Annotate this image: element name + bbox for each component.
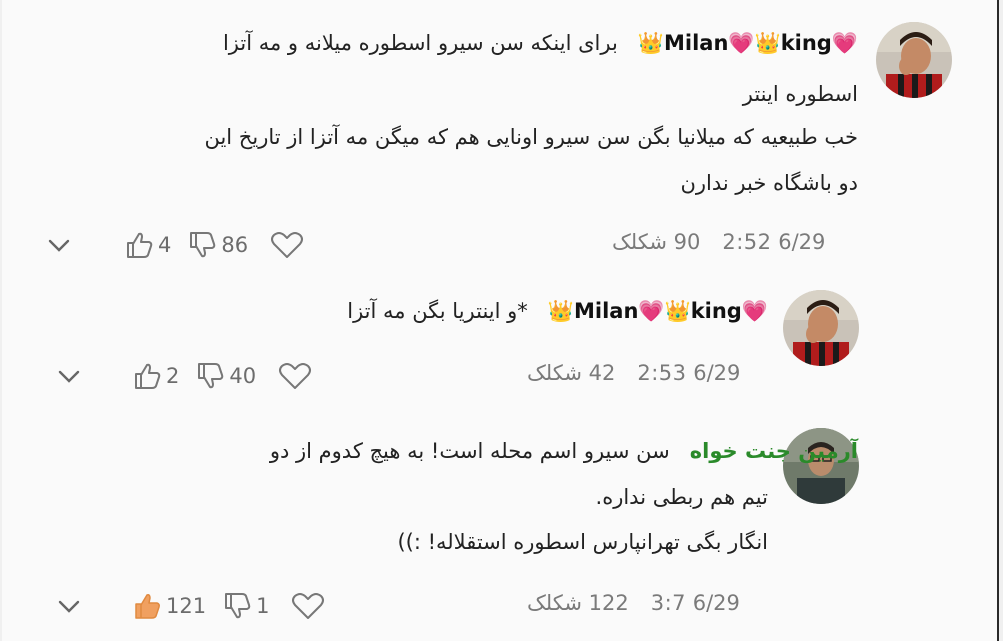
- comment-text-line: 💗Milan💗👑king👑 برای اینکه سن سیرو اسطوره …: [223, 28, 858, 58]
- timestamp-date: 6/29: [693, 361, 741, 385]
- heart-outline-icon[interactable]: [278, 361, 312, 391]
- like-count: 121: [166, 594, 207, 618]
- thumbs-down-icon[interactable]: [187, 230, 217, 260]
- reaction-count[interactable]: 42 شکلک: [527, 361, 615, 385]
- thumbs-up-filled-icon[interactable]: [132, 591, 162, 621]
- timestamp-date: 6/29: [692, 591, 740, 615]
- like-count: 2: [166, 364, 180, 388]
- reaction-count[interactable]: 90 شکلک: [612, 230, 700, 254]
- comment-actions: 4 86: [46, 230, 304, 260]
- user-photo-icon: [783, 290, 859, 366]
- avatar[interactable]: [876, 22, 952, 98]
- chevron-down-icon[interactable]: [56, 366, 82, 386]
- avatar[interactable]: [783, 290, 859, 366]
- comment-text-line: دو باشگاه خبر ندارن: [680, 171, 858, 195]
- comment-actions: 121 1: [56, 591, 325, 621]
- comment-author[interactable]: 💗Milan💗👑king👑: [638, 31, 858, 55]
- heart-outline-icon[interactable]: [270, 230, 304, 260]
- comment-text-line: خب طبیعیه که میلانیا بگن سن سیرو اونایی …: [204, 125, 858, 149]
- heart-outline-icon[interactable]: [291, 591, 325, 621]
- reaction-count[interactable]: 122 شکلک: [527, 591, 629, 615]
- user-photo-icon: [876, 22, 952, 98]
- comment-meta: 42 شکلک 2:53 6/29: [527, 361, 740, 385]
- comment-meta: 90 شکلک 2:52 6/29: [612, 230, 825, 254]
- comment-text-line: اسطوره اینتر: [742, 82, 858, 106]
- comment-text-line: آرمین جنت خواه سن سیرو اسم محله است! به …: [270, 436, 858, 466]
- thumbs-down-icon[interactable]: [195, 361, 225, 391]
- like-count: 4: [158, 233, 172, 257]
- timestamp-time: 3:7: [650, 591, 687, 615]
- comment-meta: 122 شکلک 3:7 6/29: [527, 591, 740, 615]
- dislike-count: 1: [256, 594, 270, 618]
- thumbs-down-icon[interactable]: [222, 591, 252, 621]
- timestamp-date: 6/29: [778, 230, 826, 254]
- comment-body: برای اینکه سن سیرو اسطوره میلانه و مه آت…: [222, 31, 618, 55]
- thumbs-up-icon[interactable]: [132, 361, 162, 391]
- chevron-down-icon[interactable]: [56, 596, 82, 616]
- comment-text-line: انگار بگی تهرانپارس اسطوره استقلاله! :)): [397, 530, 768, 554]
- thumbs-up-icon[interactable]: [124, 230, 154, 260]
- comments-panel: 💗Milan💗👑king👑 برای اینکه سن سیرو اسطوره …: [2, 0, 999, 641]
- comment-author[interactable]: آرمین جنت خواه: [690, 439, 858, 463]
- dislike-count: 40: [229, 364, 257, 388]
- comment-text-line: 💗Milan💗👑king👑 *و اینتریا بگن مه آتزا: [347, 296, 768, 326]
- comment-text-line: تیم هم ربطی نداره.: [595, 485, 768, 509]
- timestamp-time: 2:52: [722, 230, 772, 254]
- timestamp-time: 2:53: [637, 361, 687, 385]
- comment-body: سن سیرو اسم محله است! به هیچ کدوم از دو: [269, 439, 670, 463]
- comment-actions: 2 40: [56, 361, 312, 391]
- chevron-down-icon[interactable]: [46, 235, 72, 255]
- comment-author[interactable]: 💗Milan💗👑king👑: [548, 299, 768, 323]
- comment-body: *و اینتریا بگن مه آتزا: [347, 299, 528, 323]
- dislike-count: 86: [221, 233, 249, 257]
